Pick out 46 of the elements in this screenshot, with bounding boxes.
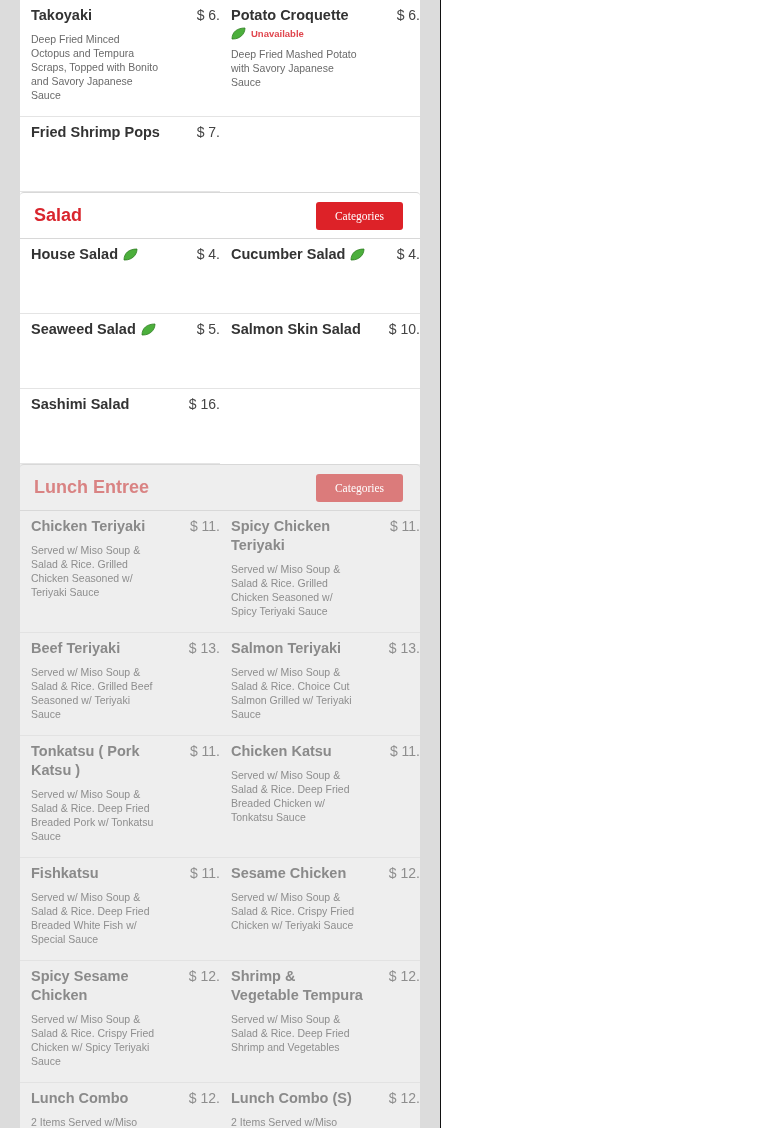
item-price: $ 7. — [196, 123, 220, 142]
item-name[interactable]: Fried Shrimp Pops — [31, 123, 160, 142]
item-price: $ 4. — [396, 245, 420, 264]
item-name[interactable]: House Salad — [31, 245, 119, 264]
item-price: $ 12. — [388, 967, 420, 986]
item-description: Deep Fried Minced Octopus and Tempura Scraps, Topped with Bonito and Savory Japanese Sauce — [31, 32, 160, 102]
item-description: Served w/ Miso Soup & Salad & Rice. Grilled Chicken Seasoned w/ Teriyaki Sauce — [31, 543, 142, 599]
item-description: 2 Items Served w/Miso — [31, 1115, 139, 1128]
item-name[interactable]: Salmon Skin Salad — [231, 320, 361, 339]
item-description: Deep Fried Mashed Potato with Savory Japanese Sauce — [231, 47, 358, 89]
item-price: $ 5. — [196, 320, 220, 339]
item-name[interactable]: Potato Croquette — [231, 6, 349, 25]
item-price: $ 11. — [389, 742, 420, 761]
categories-button[interactable]: Categories — [316, 201, 403, 230]
item-price: $ 12. — [388, 1089, 420, 1108]
item-price: $ 11. — [189, 864, 220, 883]
item-price: $ 13. — [388, 639, 420, 658]
status-label: Unavailable — [251, 28, 304, 39]
item-description: 2 Items Served w/Miso — [231, 1115, 339, 1128]
item-name[interactable]: Seaweed Salad — [31, 320, 136, 339]
item-price: $ 16. — [188, 395, 220, 414]
item-price: $ 6. — [396, 6, 420, 25]
item-price: $ 12. — [388, 864, 420, 883]
item-price: $ 12. — [188, 1089, 220, 1108]
item-price: $ 11. — [189, 517, 220, 536]
item-price: $ 11. — [189, 742, 220, 761]
item-price: $ 6. — [196, 6, 220, 25]
item-description: Served w/ Miso Soup & Salad & Rice. Deep Fried Breaded White Fish w/ Special Sauce — [31, 890, 151, 946]
item-price: $ 13. — [188, 639, 220, 658]
item-description: Served w/ Miso Soup & Salad & Rice. Deep Fried Shrimp and Vegetables — [231, 1012, 351, 1054]
item-name[interactable]: Cucumber Salad — [231, 245, 346, 264]
item-description: Served w/ Miso Soup & Salad & Rice. Deep Fried Breaded Chicken w/ Tonkatsu Sauce — [231, 768, 351, 824]
item-price: $ 12. — [188, 967, 220, 986]
section-title: Lunch Entree — [34, 477, 149, 498]
item-name[interactable]: Takoyaki — [31, 6, 92, 25]
item-description: Served w/ Miso Soup & Salad & Rice. Grilled Beef Seasoned w/ Teriyaki Sauce — [31, 665, 154, 721]
item-description: Served w/ Miso Soup & Salad & Rice. Crispy Fried Chicken w/ Spicy Teriyaki Sauce — [31, 1012, 156, 1068]
item-price: $ 4. — [196, 245, 220, 264]
section-title: Salad — [34, 205, 83, 226]
item-description: Served w/ Miso Soup & Salad & Rice. Deep Fried Breaded Pork w/ Tonkatsu Sauce — [31, 787, 155, 843]
item-description: Served w/ Miso Soup & Salad & Rice. Choice Cut Salmon Grilled w/ Teriyaki Sauce — [231, 665, 353, 721]
item-name[interactable]: Sashimi Salad — [31, 395, 130, 414]
item-description: Served w/ Miso Soup & Salad & Rice. Grilled Chicken Seasoned w/ Spicy Teriyaki Sauce — [231, 562, 342, 618]
item-description: Served w/ Miso Soup & Salad & Rice. Crispy Fried Chicken w/ Teriyaki Sauce — [231, 890, 356, 932]
item-price: $ 10. — [388, 320, 420, 339]
item-price: $ 11. — [389, 517, 420, 536]
